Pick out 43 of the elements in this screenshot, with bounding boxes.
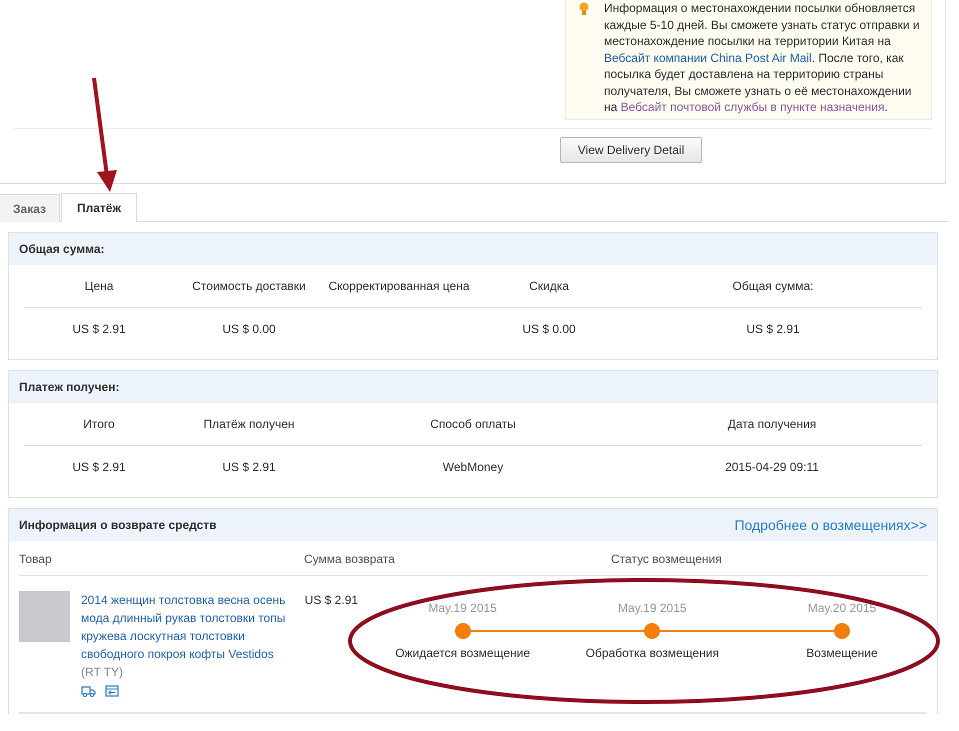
photo-placeholder	[19, 591, 70, 642]
column-header: Итого	[83, 417, 115, 431]
column-header: Товар	[19, 552, 52, 566]
step-date: May.19 2015	[428, 601, 497, 615]
column-header: Статус возмещения	[611, 552, 722, 566]
table-cell: US $ 2.91	[72, 322, 126, 336]
step-label: Обработка возмещения	[586, 646, 719, 660]
section-title: Общая сумма:	[19, 242, 104, 256]
column-header: Цена	[84, 279, 114, 293]
step-label: Ожидается возмещение	[395, 646, 530, 660]
column-header: Платёж получен	[203, 417, 295, 431]
table-cell: US $ 0.00	[522, 322, 576, 336]
column-header: Общая сумма:	[732, 279, 814, 293]
tab[interactable]: Платёж	[60, 193, 137, 222]
column-header: Сумма возврата	[304, 552, 395, 566]
refund-amount: US $ 2.91	[304, 592, 360, 607]
table-cell: US $ 2.91	[72, 460, 126, 474]
table-cell: US $ 0.00	[222, 322, 276, 336]
return-box-icon[interactable]	[105, 685, 119, 697]
table-cell: WebMoney	[442, 460, 504, 474]
section-title: Платеж получен:	[19, 380, 120, 394]
column-header: Способ оплаты	[430, 417, 516, 431]
column-header: Дата получения	[728, 417, 816, 431]
website-link[interactable]: Вебсайт компании China Post Air Mail	[604, 50, 812, 64]
truck-icon[interactable]	[81, 685, 96, 697]
column-header: Скорректированная цена	[328, 279, 470, 293]
table-cell: 2015-04-29 09:11	[725, 460, 819, 474]
lightbulb-icon	[579, 2, 589, 16]
section-title: Информация о возврате средств	[19, 518, 217, 532]
step-date: May.20 2015	[808, 601, 876, 615]
table-cell: US $ 2.91	[222, 460, 276, 474]
step-label: Возмещение	[806, 646, 878, 660]
column-header: Стоимость доставки	[192, 279, 306, 293]
refund-details-link[interactable]: Подробнее о возмещениях>>	[734, 517, 927, 533]
product-link[interactable]: 2014 женщин толстовка весна осень мода длинный рукав толстовки топы кружева лоскутная толстовки свободного покроя кофты Vestidos	[81, 591, 303, 663]
column-header: Скидка	[529, 279, 569, 293]
view-delivery-detail-button[interactable]: View Delivery Detail	[560, 136, 702, 162]
step-date: May.19 2015	[618, 601, 687, 615]
table-cell: US $ 2.91	[746, 322, 800, 336]
product-variant: (RT TY)	[81, 664, 124, 681]
tab[interactable]: Заказ	[0, 194, 60, 222]
notice-text: Информация о местонахождении посылки обновляется каждые 5-10 дней. Вы сможете узнать статус отправки и местонахождение посылки на территории Китая на Вебсайт компании China Post Air Mail. После того, как посылка будет доставлена на территорию страны получателя, Вы сможете узнать о её местонахождении на Вебсайт почтовой службы в пункте назначения.	[604, 0, 921, 116]
website-link[interactable]: Вебсайт почтовой службы в пункте назначения	[620, 100, 884, 114]
